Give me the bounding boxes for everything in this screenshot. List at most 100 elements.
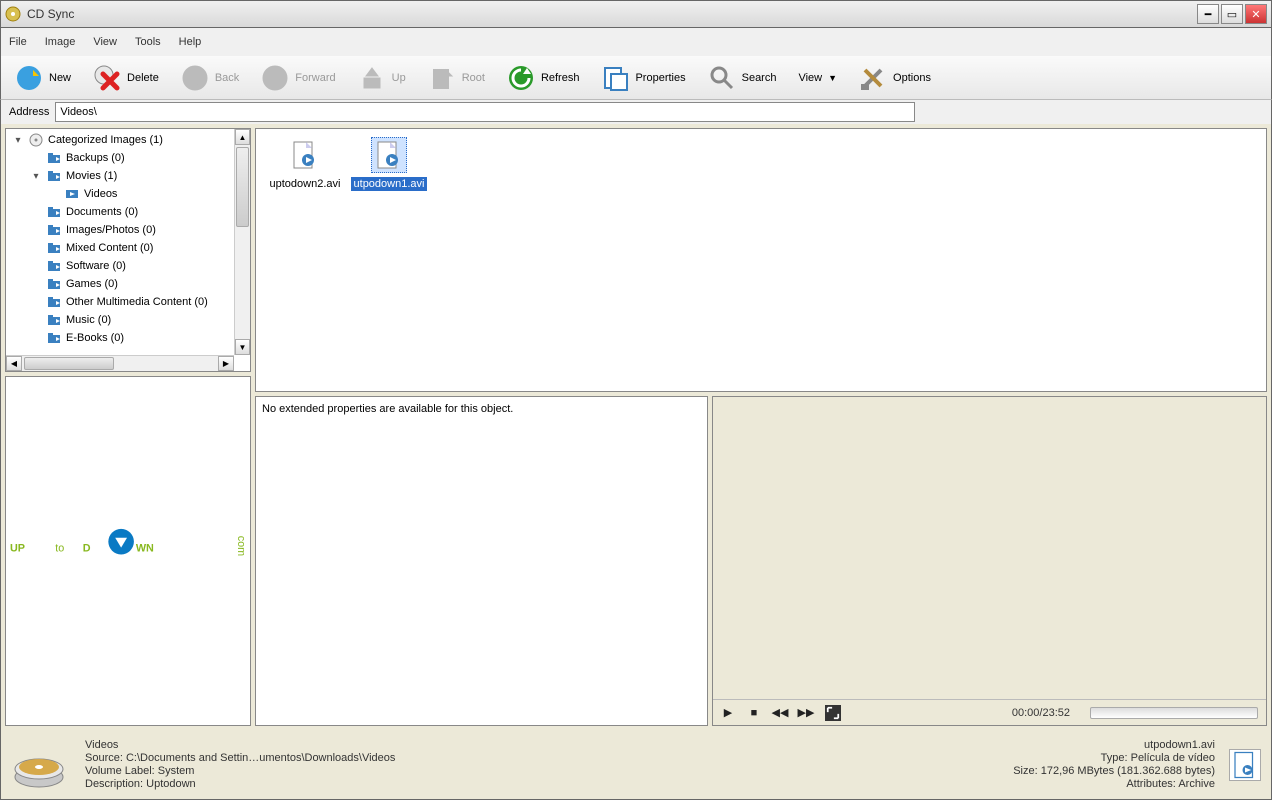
- play-button[interactable]: ▶: [721, 706, 735, 720]
- menu-help[interactable]: Help: [179, 36, 202, 48]
- tree-vscrollbar[interactable]: ▲ ▼: [234, 129, 250, 355]
- status-source: Source: C:\Documents and Settin…umentos\…: [85, 752, 395, 764]
- status-filename: utpodown1.avi: [1013, 739, 1215, 751]
- address-bar: Address: [0, 100, 1272, 124]
- tree-item-label: Categorized Images (1): [48, 134, 163, 146]
- tree-item[interactable]: Backups (0): [6, 149, 234, 167]
- preview-panel: UP to D WN com: [5, 376, 251, 726]
- toolbar: New Delete Back Forward Up Root Refresh …: [0, 56, 1272, 100]
- back-icon: [181, 64, 209, 92]
- menu-view[interactable]: View: [93, 36, 117, 48]
- file-item[interactable]: uptodown2.avi: [264, 137, 346, 191]
- folder-icon: [46, 276, 62, 292]
- new-label: New: [49, 72, 71, 84]
- menu-tools[interactable]: Tools: [135, 36, 161, 48]
- back-button[interactable]: Back: [171, 60, 249, 96]
- tree-item[interactable]: Music (0): [6, 311, 234, 329]
- menu-image[interactable]: Image: [45, 36, 76, 48]
- disk-icon: [11, 737, 67, 793]
- up-button[interactable]: Up: [348, 60, 416, 96]
- player-time: 00:00/23:52: [1012, 707, 1070, 719]
- menu-file[interactable]: File: [9, 36, 27, 48]
- player-controls: ▶ ■ ◀◀ ▶▶ 00:00/23:52: [713, 699, 1266, 725]
- rewind-button[interactable]: ◀◀: [773, 706, 787, 720]
- video-file-icon: [371, 137, 407, 173]
- tree-item-label: Games (0): [66, 278, 118, 290]
- close-button[interactable]: ✕: [1245, 4, 1267, 24]
- tree-hscrollbar[interactable]: ◀▶: [6, 355, 234, 371]
- tree-item[interactable]: Games (0): [6, 275, 234, 293]
- properties-button[interactable]: Properties: [591, 60, 695, 96]
- tree-item[interactable]: ▾ Movies (1): [6, 167, 234, 185]
- video-icon: [64, 186, 80, 202]
- tree-item[interactable]: Mixed Content (0): [6, 239, 234, 257]
- uptodown-logo: UP to D WN com: [10, 522, 246, 566]
- back-label: Back: [215, 72, 239, 84]
- address-input[interactable]: [55, 102, 915, 122]
- tree-item[interactable]: Images/Photos (0): [6, 221, 234, 239]
- folder-icon: [46, 294, 62, 310]
- tree-item-label: Movies (1): [66, 170, 117, 182]
- media-player-panel: ▶ ■ ◀◀ ▶▶ 00:00/23:52: [712, 396, 1267, 726]
- status-folder: Videos: [85, 739, 395, 751]
- view-dropdown-button[interactable]: View ▼: [788, 68, 847, 88]
- svg-text:com: com: [235, 536, 246, 556]
- folder-icon: [46, 258, 62, 274]
- options-label: Options: [893, 72, 931, 84]
- disc-icon: [28, 132, 44, 148]
- options-button[interactable]: Options: [849, 60, 941, 96]
- tree-item-label: E-Books (0): [66, 332, 124, 344]
- tree-item[interactable]: Videos: [6, 185, 234, 203]
- new-button[interactable]: New: [5, 60, 81, 96]
- search-button[interactable]: Search: [698, 60, 787, 96]
- delete-icon: [93, 64, 121, 92]
- file-name-label: uptodown2.avi: [267, 177, 344, 191]
- root-icon: [428, 64, 456, 92]
- folder-icon: [46, 222, 62, 238]
- tree-item[interactable]: E-Books (0): [6, 329, 234, 347]
- forward-label: Forward: [295, 72, 335, 84]
- tree-panel: ▾ Categorized Images (1) Backups (0) ▾ Movie…: [5, 128, 251, 372]
- tree-item[interactable]: Documents (0): [6, 203, 234, 221]
- status-size: Size: 172,96 MBytes (181.362.688 bytes): [1013, 765, 1215, 777]
- delete-label: Delete: [127, 72, 159, 84]
- options-icon: [859, 64, 887, 92]
- folder-icon: [46, 240, 62, 256]
- tree-expander-icon[interactable]: ▾: [30, 171, 42, 182]
- status-volume: Volume Label: System: [85, 765, 395, 777]
- fastfwd-button[interactable]: ▶▶: [799, 706, 813, 720]
- window-title: CD Sync: [27, 7, 1195, 21]
- svg-text:to: to: [55, 542, 64, 554]
- tree-expander-icon[interactable]: ▾: [12, 135, 24, 146]
- forward-button[interactable]: Forward: [251, 60, 345, 96]
- svg-text:WN: WN: [136, 542, 154, 554]
- title-bar: CD Sync ━ ▭ ✕: [0, 0, 1272, 28]
- file-item[interactable]: utpodown1.avi: [348, 137, 430, 191]
- refresh-button[interactable]: Refresh: [497, 60, 590, 96]
- player-video-area: [713, 397, 1266, 699]
- folder-icon: [46, 204, 62, 220]
- fullscreen-button[interactable]: [825, 705, 841, 721]
- tree-item[interactable]: Other Multimedia Content (0): [6, 293, 234, 311]
- file-view[interactable]: uptodown2.avi utpodown1.avi: [255, 128, 1267, 392]
- search-icon: [708, 64, 736, 92]
- root-button[interactable]: Root: [418, 60, 495, 96]
- refresh-label: Refresh: [541, 72, 580, 84]
- file-name-label: utpodown1.avi: [351, 177, 428, 191]
- tree-item-label: Mixed Content (0): [66, 242, 153, 254]
- minimize-button[interactable]: ━: [1197, 4, 1219, 24]
- tree-item[interactable]: Software (0): [6, 257, 234, 275]
- delete-button[interactable]: Delete: [83, 60, 169, 96]
- tree-item-label: Software (0): [66, 260, 126, 272]
- forward-icon: [261, 64, 289, 92]
- stop-button[interactable]: ■: [747, 706, 761, 720]
- tree-item-label: Backups (0): [66, 152, 125, 164]
- player-progress[interactable]: [1090, 707, 1258, 719]
- properties-icon: [601, 64, 629, 92]
- properties-label: Properties: [635, 72, 685, 84]
- file-type-icon: [1229, 749, 1261, 781]
- tree-item[interactable]: ▾ Categorized Images (1): [6, 131, 234, 149]
- address-label: Address: [9, 106, 49, 118]
- search-label: Search: [742, 72, 777, 84]
- maximize-button[interactable]: ▭: [1221, 4, 1243, 24]
